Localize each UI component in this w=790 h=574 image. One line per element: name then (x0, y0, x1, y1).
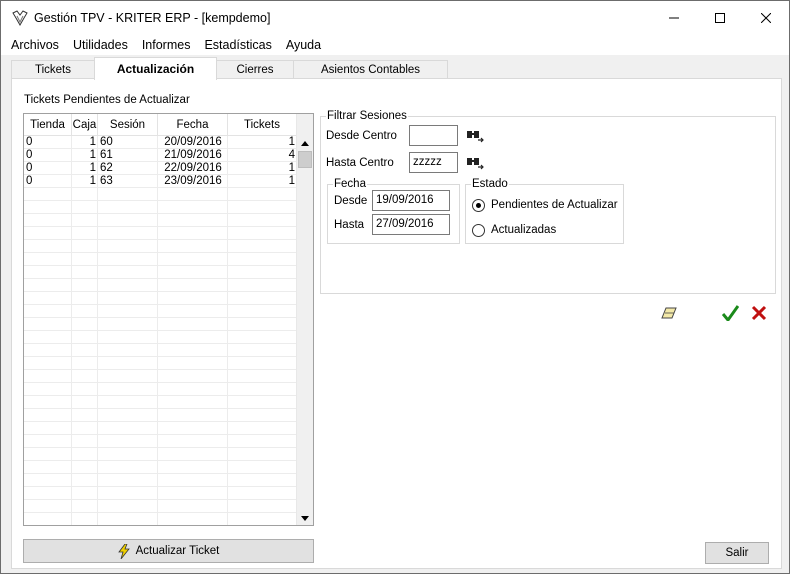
grid-body: 0 1 60 20/09/2016 1 0 1 61 21/09/2016 4 … (24, 136, 297, 525)
cancel-x-icon (751, 305, 767, 321)
radio-actualizadas-label[interactable]: Actualizadas (491, 223, 556, 237)
cell-fecha: 23/09/2016 (164, 175, 222, 187)
cell-tickets: 1 (288, 162, 295, 174)
cell-tickets: 1 (288, 136, 295, 148)
radio-actualizadas[interactable] (472, 224, 485, 237)
desde-centro-label: Desde Centro (326, 130, 397, 142)
table-row[interactable]: 0 1 60 20/09/2016 1 (24, 136, 297, 149)
column-header-sesion[interactable]: Sesión (98, 114, 158, 136)
cell-tienda: 0 (26, 162, 33, 174)
maximize-icon (715, 13, 725, 23)
main-window: Gestión TPV - KRITER ERP - [kempdemo] Ar… (0, 0, 790, 574)
tab-strip: Tickets Actualización Cierres Asientos C… (1, 55, 789, 80)
column-header-tienda[interactable]: Tienda (24, 114, 72, 136)
cell-caja: 1 (89, 136, 96, 148)
cell-tickets: 4 (288, 149, 295, 161)
estado-legend: Estado (471, 177, 509, 191)
lightning-icon (117, 543, 130, 559)
cell-sesion: 60 (100, 136, 113, 148)
arrow-up-icon (301, 140, 309, 146)
fecha-desde-input[interactable]: 19/09/2016 (372, 190, 450, 211)
menu-utilidades[interactable]: Utilidades (66, 35, 135, 55)
accept-button[interactable] (721, 304, 739, 322)
grid-header: Tienda Caja Sesión Fecha Tickets (24, 114, 297, 136)
minimize-button[interactable] (651, 1, 697, 35)
scroll-down-button[interactable] (297, 511, 313, 525)
cell-caja: 1 (89, 175, 96, 187)
cell-caja: 1 (89, 149, 96, 161)
cell-caja: 1 (89, 162, 96, 174)
filtrar-sesiones-group: Filtrar Sesiones Desde Centro Hasta Cent… (320, 109, 776, 294)
table-row[interactable]: 0 1 62 22/09/2016 1 (24, 162, 297, 175)
actualizar-ticket-button[interactable]: Actualizar Ticket (23, 539, 314, 563)
cell-fecha: 20/09/2016 (164, 136, 222, 148)
cell-fecha: 21/09/2016 (164, 149, 222, 161)
menu-estadisticas[interactable]: Estadísticas (197, 35, 278, 55)
eraser-button[interactable] (660, 304, 678, 322)
cell-fecha: 22/09/2016 (164, 162, 222, 174)
scroll-up-button[interactable] (297, 136, 313, 150)
cancel-button[interactable] (750, 304, 768, 322)
scroll-thumb[interactable] (298, 151, 312, 168)
menu-bar: Archivos Utilidades Informes Estadística… (1, 35, 789, 55)
fecha-hasta-label: Hasta (334, 219, 365, 231)
close-button[interactable] (743, 1, 789, 35)
window-title: Gestión TPV - KRITER ERP - [kempdemo] (34, 11, 271, 25)
cell-tienda: 0 (26, 149, 33, 161)
tab-actualizacion[interactable]: Actualización (94, 57, 217, 80)
fecha-hasta-input[interactable]: 27/09/2016 (372, 214, 450, 235)
minimize-icon (669, 17, 679, 19)
tab-asientos-contables[interactable]: Asientos Contables (293, 60, 448, 79)
column-header-fecha[interactable]: Fecha (158, 114, 228, 136)
menu-ayuda[interactable]: Ayuda (279, 35, 328, 55)
binoculars-icon[interactable] (466, 156, 484, 170)
cell-tienda: 0 (26, 175, 33, 187)
table-row[interactable]: 0 1 63 23/09/2016 1 (24, 175, 297, 188)
grid-caption: Tickets Pendientes de Actualizar (24, 94, 190, 106)
radio-pendientes[interactable] (472, 199, 485, 212)
app-logo-icon (12, 10, 28, 26)
menu-informes[interactable]: Informes (135, 35, 198, 55)
arrow-down-icon (301, 515, 309, 521)
fecha-desde-label: Desde (334, 195, 368, 207)
cell-tickets: 1 (288, 175, 295, 187)
column-header-tickets[interactable]: Tickets (228, 114, 297, 136)
grid-vertical-scrollbar[interactable] (296, 114, 313, 525)
column-header-caja[interactable]: Caja (72, 114, 98, 136)
binoculars-icon[interactable] (466, 129, 484, 143)
tickets-grid[interactable]: Tienda Caja Sesión Fecha Tickets 0 1 60 … (23, 113, 314, 526)
hasta-centro-label: Hasta Centro (326, 157, 394, 169)
title-bar[interactable]: Gestión TPV - KRITER ERP - [kempdemo] (1, 1, 789, 35)
salir-button[interactable]: Salir (705, 542, 769, 564)
actualizacion-panel: Tickets Pendientes de Actualizar Tienda … (11, 78, 782, 569)
cell-sesion: 63 (100, 175, 113, 187)
menu-archivos[interactable]: Archivos (1, 35, 66, 55)
checkmark-icon (721, 305, 739, 321)
tab-cierres[interactable]: Cierres (216, 60, 294, 79)
filtrar-sesiones-legend: Filtrar Sesiones (326, 109, 408, 123)
tab-tickets[interactable]: Tickets (11, 60, 95, 79)
fecha-legend: Fecha (333, 177, 367, 191)
cell-sesion: 62 (100, 162, 113, 174)
cell-tienda: 0 (26, 136, 33, 148)
eraser-icon (661, 307, 677, 319)
estado-group: Estado Pendientes de Actualizar Actualiz… (465, 177, 624, 244)
fecha-group: Fecha Desde 19/09/2016 Hasta 27/09/2016 (327, 177, 460, 244)
close-icon (761, 13, 771, 23)
radio-pendientes-label[interactable]: Pendientes de Actualizar (491, 198, 618, 212)
cell-sesion: 61 (100, 149, 113, 161)
actualizar-ticket-label: Actualizar Ticket (135, 545, 220, 557)
table-row[interactable]: 0 1 61 21/09/2016 4 (24, 149, 297, 162)
hasta-centro-input[interactable]: zzzzz (409, 152, 458, 173)
desde-centro-input[interactable] (409, 125, 458, 146)
maximize-button[interactable] (697, 1, 743, 35)
